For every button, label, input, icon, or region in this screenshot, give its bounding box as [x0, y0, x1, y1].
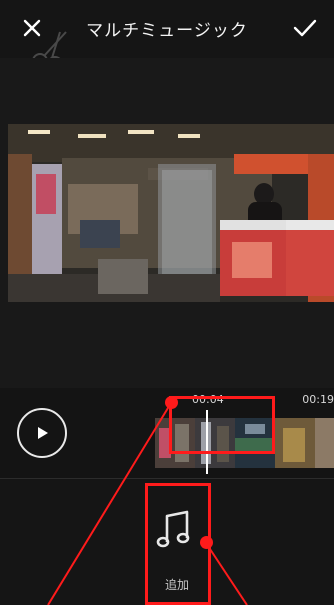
video-preview[interactable]	[8, 124, 334, 302]
annotation-box-timeline	[169, 396, 275, 454]
thumbnail	[315, 418, 334, 468]
video-preview-area	[0, 58, 334, 388]
video-frame-image	[8, 124, 334, 302]
check-icon	[293, 19, 317, 37]
play-icon	[38, 427, 48, 439]
play-button[interactable]	[17, 408, 67, 458]
total-time: 00:19	[302, 393, 334, 406]
annotation-dot-add	[200, 536, 213, 549]
thumbnail	[275, 418, 315, 468]
annotation-dot-timeline	[165, 396, 178, 409]
page-title: マルチミュージック	[86, 21, 248, 41]
confirm-button[interactable]	[292, 16, 318, 40]
top-bar: マルチミュージック	[0, 0, 334, 72]
